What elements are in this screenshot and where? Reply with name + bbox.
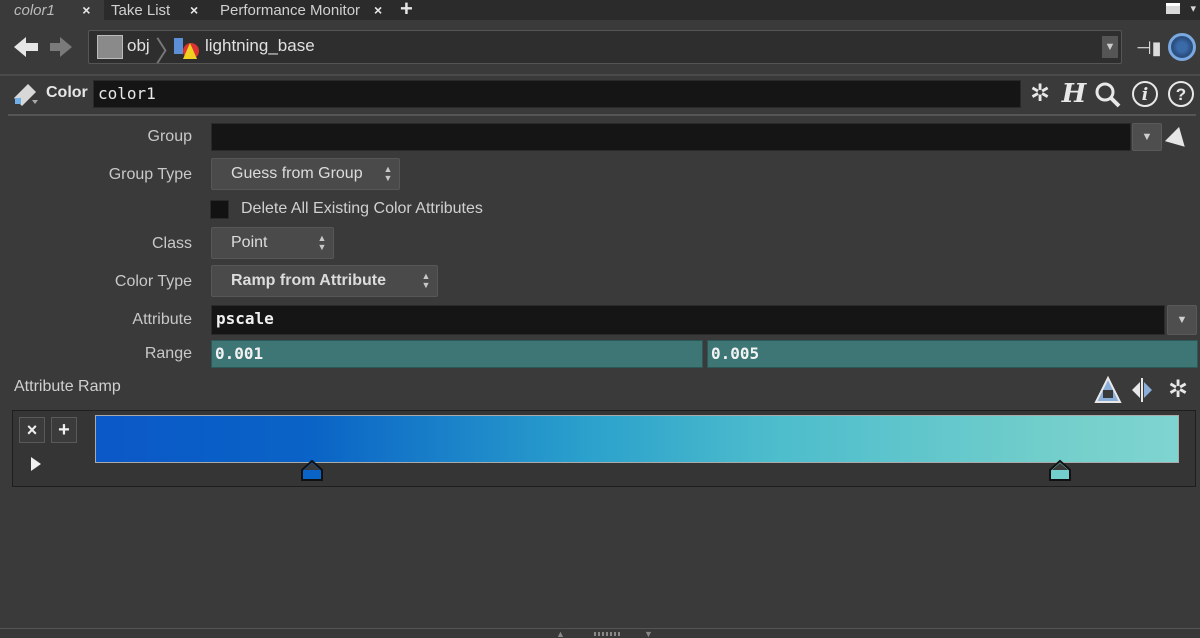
help-icon[interactable]: ? xyxy=(1168,81,1194,107)
group-type-value: Guess from Group xyxy=(231,165,363,182)
attribute-field[interactable]: pscale xyxy=(211,305,1165,335)
pane-menu-icon[interactable] xyxy=(1166,3,1180,14)
ramp-key-marker[interactable] xyxy=(1048,458,1072,482)
tab-label: Performance Monitor xyxy=(220,1,361,19)
obj-network-icon xyxy=(97,35,123,59)
tab-close-icon[interactable]: × xyxy=(374,2,382,18)
add-tab-icon[interactable]: + xyxy=(400,0,413,22)
houdini-h-icon[interactable]: H xyxy=(1060,80,1088,108)
ramp-editor: × + xyxy=(12,410,1196,487)
tab-label: color1 xyxy=(14,1,55,19)
attribute-ramp-label: Attribute Ramp xyxy=(14,378,121,395)
node-type-label: Color xyxy=(46,84,88,101)
color-node-icon xyxy=(14,84,38,106)
forward-arrow-icon[interactable] xyxy=(48,34,74,60)
group-field[interactable] xyxy=(211,123,1131,151)
link-status-icon[interactable] xyxy=(1168,33,1196,61)
collapse-down-icon[interactable]: ▼ xyxy=(644,629,653,638)
pane-tab-bar: color1 × Take List × Performance Monitor… xyxy=(0,0,1200,22)
path-root-label[interactable]: obj xyxy=(127,36,150,56)
tab-close-icon[interactable]: × xyxy=(82,2,90,18)
group-label: Group xyxy=(147,128,192,145)
expand-ramp-icon[interactable] xyxy=(31,457,41,471)
class-value: Point xyxy=(231,234,268,251)
color-type-label: Color Type xyxy=(114,273,192,290)
splitter-grip[interactable] xyxy=(594,632,620,636)
geometry-node-icon xyxy=(174,38,199,59)
node-header: Color color1 ✲ H i ? xyxy=(0,76,1200,112)
delete-color-attributes-label: Delete All Existing Color Attributes xyxy=(241,200,483,217)
range-min-field[interactable]: 0.001 xyxy=(211,340,703,368)
range-label: Range xyxy=(144,345,192,362)
path-node-label[interactable]: lightning_base xyxy=(205,36,315,56)
menu-arrows-icon: ▲ ▼ xyxy=(317,233,327,252)
group-type-menu[interactable]: Guess from Group ▲ ▼ xyxy=(211,158,400,190)
pane-splitter[interactable]: ▲ ▼ xyxy=(0,628,1200,638)
collapse-up-icon[interactable]: ▲ xyxy=(556,629,565,638)
back-arrow-icon[interactable] xyxy=(12,34,40,60)
class-menu[interactable]: Point ▲ ▼ xyxy=(211,227,334,259)
node-name-field[interactable]: color1 xyxy=(93,80,1021,108)
tab-performance-monitor[interactable]: Performance Monitor × xyxy=(208,0,392,20)
ramp-presets-icon[interactable] xyxy=(1094,376,1122,404)
color-type-value: Ramp from Attribute xyxy=(231,272,386,289)
attribute-label: Attribute xyxy=(132,311,192,328)
group-type-label: Group Type xyxy=(108,166,192,183)
info-icon[interactable]: i xyxy=(1132,81,1158,107)
ramp-key-marker[interactable] xyxy=(300,458,324,482)
add-key-button[interactable]: + xyxy=(51,417,77,443)
path-bar: obj 〉 lightning_base ▼ ⊣▮ xyxy=(0,22,1200,72)
class-label: Class xyxy=(151,235,192,252)
tab-color1[interactable]: color1 × xyxy=(0,0,104,20)
pin-icon[interactable]: ⊣▮ xyxy=(1136,38,1162,59)
delete-color-attributes-checkbox[interactable] xyxy=(210,200,229,219)
gear-icon[interactable]: ✲ xyxy=(1026,80,1054,108)
ramp-gear-icon[interactable]: ✲ xyxy=(1164,376,1192,404)
remove-key-button[interactable]: × xyxy=(19,417,45,443)
search-icon[interactable] xyxy=(1094,81,1122,109)
tab-close-icon[interactable]: × xyxy=(190,2,198,18)
path-dropdown-button[interactable]: ▼ xyxy=(1102,36,1118,58)
divider xyxy=(8,114,1196,116)
tab-label: Take List xyxy=(111,1,171,19)
menu-arrows-icon: ▲ ▼ xyxy=(383,164,393,183)
group-dropdown-button[interactable]: ▼ xyxy=(1132,123,1162,151)
menu-arrows-icon: ▲ ▼ xyxy=(421,271,431,290)
tab-take-list[interactable]: Take List × xyxy=(104,0,208,20)
pane-menu-arrow-icon[interactable]: ▾ xyxy=(1190,2,1196,15)
ramp-gradient-bar[interactable] xyxy=(95,415,1179,463)
range-max-field[interactable]: 0.005 xyxy=(707,340,1198,368)
network-path-field[interactable]: obj 〉 lightning_base ▼ xyxy=(88,30,1122,67)
ramp-flip-icon[interactable] xyxy=(1128,376,1156,404)
attribute-dropdown-button[interactable]: ▼ xyxy=(1167,305,1197,335)
color-type-menu[interactable]: Ramp from Attribute ▲ ▼ xyxy=(211,265,438,297)
select-cursor-icon[interactable] xyxy=(1164,126,1192,154)
